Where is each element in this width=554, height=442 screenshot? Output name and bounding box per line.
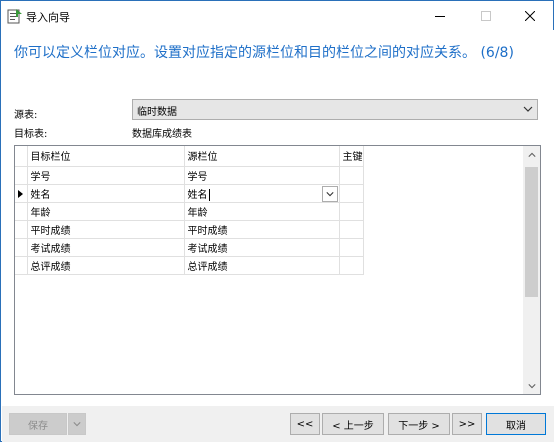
title-bar[interactable]: 导入向导 (1, 1, 553, 30)
current-row-icon (18, 189, 23, 198)
column-header-source[interactable]: 源栏位 (184, 146, 340, 167)
chevron-up-icon (527, 152, 536, 157)
column-header-primary-key[interactable]: 主键 (339, 146, 364, 167)
save-button: 保存 (9, 413, 67, 435)
row-header[interactable] (15, 220, 28, 239)
field-mapping-grid[interactable]: 目标栏位 源栏位 主键 学号 学号 姓名 姓名 年龄 年龄 平时成绩 平时成绩 … (14, 145, 541, 395)
first-step-button[interactable]: << (290, 413, 320, 435)
primary-key-cell[interactable] (339, 220, 364, 239)
source-table-select[interactable]: 临时数据 (132, 99, 538, 120)
table-row[interactable]: 总评成绩 总评成绩 (15, 256, 364, 275)
target-field-cell[interactable]: 平时成绩 (27, 220, 185, 239)
import-wizard-window: 导入向导 你可以定义栏位对应。设置对应指定的源栏位和目的栏位之间的对应关系。 (… (0, 0, 554, 442)
target-field-cell[interactable]: 总评成绩 (27, 256, 185, 275)
target-field-cell[interactable]: 姓名 (27, 184, 185, 203)
target-field-cell[interactable]: 学号 (27, 166, 185, 185)
target-field-cell[interactable]: 年龄 (27, 202, 185, 221)
wizard-content: 你可以定义栏位对应。设置对应指定的源栏位和目的栏位之间的对应关系。 (6/8) … (2, 30, 554, 406)
source-field-dropdown[interactable]: 姓名 (184, 184, 340, 203)
scrollbar-thumb[interactable] (525, 167, 538, 297)
column-header-target[interactable]: 目标栏位 (27, 146, 185, 167)
table-row[interactable]: 平时成绩 平时成绩 (15, 220, 364, 239)
window-title: 导入向导 (26, 11, 70, 24)
text-caret (208, 188, 210, 201)
row-header[interactable] (15, 202, 28, 221)
source-field-value: 姓名 (187, 189, 208, 201)
source-table-value: 临时数据 (137, 107, 177, 118)
chevron-down-icon (523, 106, 533, 112)
source-field-cell[interactable]: 总评成绩 (184, 256, 340, 275)
source-field-cell[interactable]: 年龄 (184, 202, 340, 221)
target-field-cell[interactable]: 考试成绩 (27, 238, 185, 257)
cancel-button[interactable]: 取消 (486, 413, 546, 435)
primary-key-cell[interactable] (339, 184, 364, 203)
source-field-cell[interactable]: 学号 (184, 166, 340, 185)
row-header[interactable] (15, 184, 28, 203)
page-title: 你可以定义栏位对应。设置对应指定的源栏位和目的栏位之间的对应关系。 (6/8) (14, 45, 514, 61)
table-row[interactable]: 姓名 姓名 (15, 184, 364, 203)
minimize-button[interactable] (417, 1, 463, 30)
row-header[interactable] (15, 166, 28, 185)
table-row[interactable]: 学号 学号 (15, 166, 364, 185)
close-icon (525, 10, 535, 21)
target-table-label: 目标表: (14, 129, 48, 140)
primary-key-cell[interactable] (339, 166, 364, 185)
row-header[interactable] (15, 256, 28, 275)
table-row[interactable]: 年龄 年龄 (15, 202, 364, 221)
import-wizard-icon (7, 9, 22, 24)
maximize-icon (481, 10, 491, 21)
row-header[interactable] (15, 238, 28, 257)
table-row[interactable]: 考试成绩 考试成绩 (15, 238, 364, 257)
source-table-label: 源表: (14, 110, 38, 121)
chevron-down-icon (73, 422, 81, 427)
last-step-button[interactable]: >> (452, 413, 482, 435)
vertical-scrollbar[interactable] (523, 146, 540, 394)
wizard-footer: 保存 << < 上一步 下一步 > >> 取消 (2, 406, 554, 442)
save-options-button (68, 413, 86, 435)
next-step-button[interactable]: 下一步 > (388, 413, 450, 435)
primary-key-cell[interactable] (339, 256, 364, 275)
chevron-down-icon (325, 191, 334, 196)
previous-step-button[interactable]: < 上一步 (322, 413, 384, 435)
source-field-dropdown-button[interactable] (321, 185, 338, 201)
mapping-table: 目标栏位 源栏位 主键 学号 学号 姓名 姓名 年龄 年龄 平时成绩 平时成绩 … (15, 146, 364, 275)
chevron-down-icon (527, 383, 536, 388)
minimize-icon (435, 15, 445, 17)
maximize-button (463, 1, 509, 30)
table-header-row: 目标栏位 源栏位 主键 (15, 146, 364, 167)
primary-key-cell[interactable] (339, 202, 364, 221)
close-button[interactable] (507, 1, 553, 30)
source-field-cell[interactable]: 平时成绩 (184, 220, 340, 239)
scroll-down-button[interactable] (523, 377, 540, 394)
target-table-value: 数据库成绩表 (132, 129, 192, 140)
scroll-up-button[interactable] (523, 146, 540, 163)
primary-key-cell[interactable] (339, 238, 364, 257)
row-header-corner (15, 146, 28, 167)
source-field-cell[interactable]: 考试成绩 (184, 238, 340, 257)
